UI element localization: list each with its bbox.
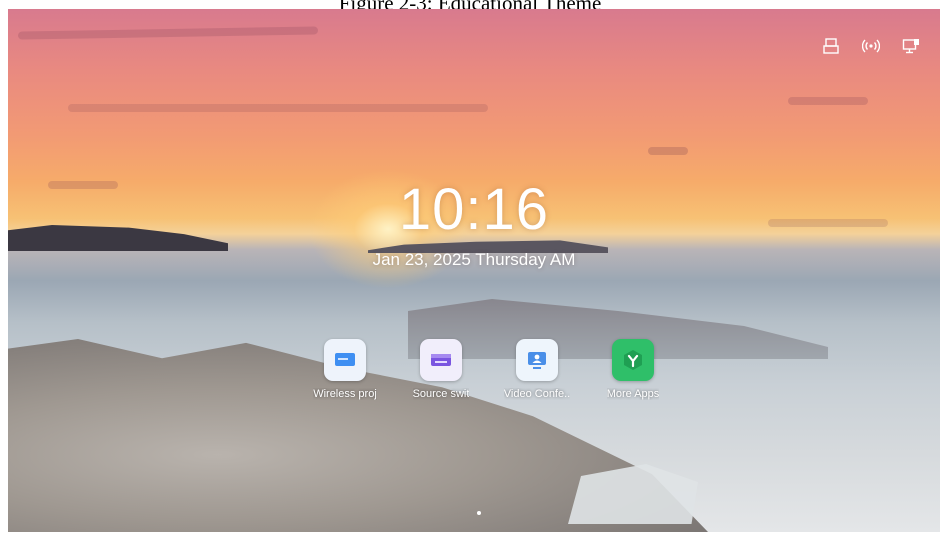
app-label: Video Confe.. — [503, 388, 571, 400]
screen-settings-icon[interactable] — [900, 35, 922, 57]
source-switch-icon[interactable] — [420, 339, 462, 381]
clock-date: Jan 23, 2025 Thursday AM — [372, 250, 576, 269]
app-more-apps[interactable]: More Apps — [592, 339, 674, 400]
app-dock: Wireless proj Source swit Video Confe.. … — [304, 339, 674, 400]
wallpaper-cloud — [17, 26, 319, 40]
page-indicator-dot[interactable] — [477, 511, 481, 515]
app-video-conference[interactable]: Video Confe.. — [496, 339, 578, 400]
clock-time: 10:16 — [398, 177, 550, 242]
app-label: More Apps — [606, 388, 660, 400]
wallpaper-cloud — [648, 147, 688, 155]
wireless-projection-icon[interactable] — [324, 339, 366, 381]
wireless-signal-icon[interactable] — [860, 35, 882, 57]
wallpaper-cloud — [68, 104, 488, 112]
wallpaper-cloud — [788, 97, 868, 105]
app-label: Wireless proj — [313, 388, 377, 400]
video-conference-icon[interactable] — [516, 339, 558, 381]
app-wireless-projection[interactable]: Wireless proj — [304, 339, 386, 400]
status-bar — [820, 35, 922, 57]
usb-icon[interactable] — [820, 35, 842, 57]
app-source-switch[interactable]: Source swit — [400, 339, 482, 400]
home-screen: 10:16 Jan 23, 2025 Thursday AM Wireless … — [8, 9, 940, 532]
app-label: Source swit — [412, 388, 470, 400]
more-apps-icon[interactable] — [612, 339, 654, 381]
